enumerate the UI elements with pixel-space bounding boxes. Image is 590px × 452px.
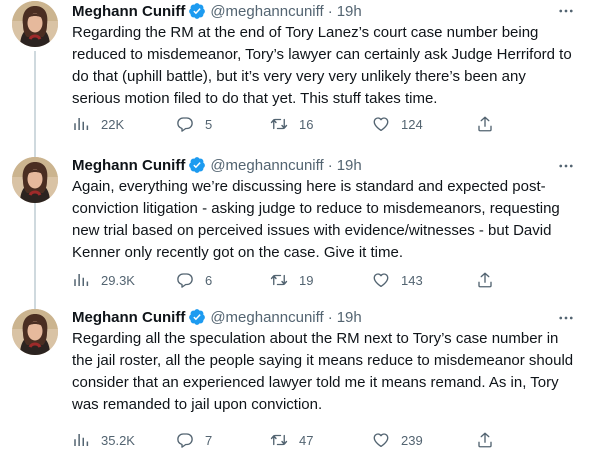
retweet-count: 19	[299, 272, 314, 288]
separator-dot: ·	[327, 156, 333, 174]
author-name[interactable]: Meghann Cuniff	[72, 309, 185, 326]
reply-count: 7	[205, 432, 213, 448]
retweet-icon	[270, 434, 288, 446]
like-count: 124	[401, 116, 423, 132]
retweet-button[interactable]: 19	[270, 268, 313, 292]
retweet-count: 47	[299, 432, 314, 448]
like-button[interactable]: 143	[372, 268, 423, 292]
more-horizontal-icon[interactable]	[556, 308, 576, 328]
tweet-text: Regarding all the speculation about the …	[72, 330, 574, 413]
like-button[interactable]: 239	[372, 428, 423, 452]
like-button[interactable]: 124	[372, 112, 423, 136]
analytics-icon	[74, 118, 89, 130]
avatar-image	[12, 309, 58, 355]
retweet-icon	[270, 118, 288, 130]
share-icon	[478, 272, 492, 288]
retweet-button[interactable]: 16	[270, 112, 313, 136]
like-count: 239	[401, 432, 423, 448]
timestamp[interactable]: 19h	[337, 157, 362, 174]
views-count: 22K	[101, 116, 125, 132]
timestamp[interactable]: 19h	[337, 309, 362, 326]
heart-icon	[373, 117, 389, 132]
tweet-text: Again, everything we’re discussing here …	[72, 178, 560, 261]
share-button[interactable]	[476, 268, 494, 292]
tweet-header: Meghann Cuniff @meghanncuniff · 19h	[72, 154, 362, 176]
tweet[interactable]: Meghann Cuniff @meghanncuniff · 19h Agai…	[0, 152, 590, 311]
reply-button[interactable]: 6	[176, 268, 212, 292]
timestamp[interactable]: 19h	[337, 3, 362, 20]
tweet-thread: Meghann Cuniff @meghanncuniff · 19h Rega…	[0, 0, 590, 452]
reply-count: 6	[205, 272, 213, 288]
author-handle[interactable]: @meghanncuniff	[210, 3, 323, 20]
verified-badge-icon	[189, 157, 206, 173]
thread-connector	[34, 51, 36, 159]
heart-icon	[373, 273, 389, 288]
share-icon	[478, 116, 492, 132]
analytics-icon	[74, 274, 89, 286]
avatar-image	[12, 157, 58, 203]
tweet-header: Meghann Cuniff @meghanncuniff · 19h	[72, 0, 362, 22]
avatar[interactable]	[12, 157, 58, 203]
views-button[interactable]: 35.2K	[72, 428, 135, 452]
author-name[interactable]: Meghann Cuniff	[72, 157, 185, 174]
analytics-icon	[74, 434, 89, 446]
reply-icon	[177, 273, 193, 288]
avatar-image	[12, 1, 58, 47]
separator-dot: ·	[327, 308, 333, 326]
views-count: 29.3K	[101, 272, 135, 288]
reply-button[interactable]: 5	[176, 112, 212, 136]
tweet-actions: 35.2K 7 47 239	[72, 428, 512, 452]
avatar[interactable]	[12, 1, 58, 47]
tweet-actions: 22K 5 16 124	[72, 112, 512, 136]
reply-icon	[177, 117, 193, 132]
more-horizontal-icon[interactable]	[556, 1, 576, 21]
reply-icon	[177, 433, 193, 448]
author-handle[interactable]: @meghanncuniff	[210, 309, 323, 326]
separator-dot: ·	[327, 2, 333, 20]
verified-badge-icon	[189, 3, 206, 19]
avatar[interactable]	[12, 309, 58, 355]
views-button[interactable]: 29.3K	[72, 268, 135, 292]
author-handle[interactable]: @meghanncuniff	[210, 157, 323, 174]
share-button[interactable]	[476, 112, 494, 136]
views-button[interactable]: 22K	[72, 112, 124, 136]
tweet-header: Meghann Cuniff @meghanncuniff · 19h	[72, 306, 362, 328]
share-button[interactable]	[476, 428, 494, 452]
reply-button[interactable]: 7	[176, 428, 212, 452]
retweet-button[interactable]: 47	[270, 428, 313, 452]
like-count: 143	[401, 272, 423, 288]
tweet-actions: 29.3K 6 19 143	[72, 268, 512, 292]
retweet-count: 16	[299, 116, 314, 132]
tweet-text: Regarding the RM at the end of Tory Lane…	[72, 24, 572, 107]
heart-icon	[373, 433, 389, 448]
views-count: 35.2K	[101, 432, 135, 448]
retweet-icon	[270, 274, 288, 286]
share-icon	[478, 432, 492, 448]
tweet[interactable]: Meghann Cuniff @meghanncuniff · 19h Rega…	[0, 0, 590, 159]
thread-connector	[34, 203, 36, 311]
reply-count: 5	[205, 116, 213, 132]
more-horizontal-icon[interactable]	[556, 156, 576, 176]
tweet[interactable]: Meghann Cuniff @meghanncuniff · 19h Rega…	[0, 304, 590, 452]
author-name[interactable]: Meghann Cuniff	[72, 3, 185, 20]
verified-badge-icon	[189, 309, 206, 325]
